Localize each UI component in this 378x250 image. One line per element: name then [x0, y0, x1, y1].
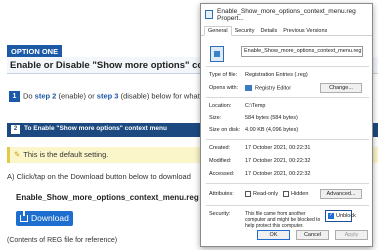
- read-only-checkbox[interactable]: [245, 191, 251, 197]
- step-3-link[interactable]: step 3: [97, 91, 119, 100]
- type-label: Type of file:: [209, 72, 238, 78]
- tab-previous-versions[interactable]: Previous Versions: [280, 27, 330, 35]
- size-on-disk-value: 4.00 KB (4,096 bytes): [245, 127, 299, 133]
- footnote: (Contents of REG file for reference): [7, 237, 118, 244]
- dialog-titlebar[interactable]: Enable_Show_more_options_context_menu.re…: [201, 4, 372, 25]
- step-2-link[interactable]: step 2: [35, 91, 57, 100]
- properties-dialog: Enable_Show_more_options_context_menu.re…: [200, 3, 373, 247]
- divider: [206, 139, 369, 140]
- hidden-label: Hidden: [291, 191, 309, 197]
- accessed-value: 17 October 2021, 00:22:32: [245, 171, 311, 177]
- created-value: 17 October 2021, 00:22:31: [245, 145, 311, 151]
- size-on-disk-label: Size on disk:: [209, 127, 241, 133]
- modified-label: Modified:: [209, 158, 232, 164]
- security-warning: This file came from another computer and…: [245, 211, 321, 229]
- opens-with-value: Registry Editor: [245, 85, 291, 91]
- security-label: Security:: [209, 211, 231, 217]
- file-icon: [205, 10, 213, 19]
- advanced-button[interactable]: Advanced...: [320, 189, 362, 199]
- dialog-title: Enable_Show_more_options_context_menu.re…: [217, 7, 356, 22]
- attributes-label: Attributes:: [209, 191, 234, 197]
- divider: [206, 205, 369, 206]
- hidden-checkbox[interactable]: [283, 191, 289, 197]
- divider: [206, 183, 369, 184]
- step-row: 1 Do step 2 (enable) or step 3 (disable) …: [9, 91, 200, 102]
- dialog-tabs: General Security Details Previous Versio…: [201, 25, 372, 36]
- tab-security[interactable]: Security: [232, 27, 258, 35]
- download-button[interactable]: Download: [16, 211, 73, 226]
- pencil-icon: ✎: [14, 150, 21, 159]
- cancel-button[interactable]: Cancel: [296, 230, 329, 240]
- opens-with-label: Opens with:: [209, 85, 239, 91]
- general-panel: Enable_Show_more_options_context_menu.re…: [201, 37, 372, 246]
- read-only-label: Read-only: [253, 191, 279, 197]
- step-text-mid: (enable) or: [56, 91, 97, 101]
- registry-editor-icon: [245, 85, 252, 91]
- file-name-field[interactable]: Enable_Show_more_options_context_menu.re…: [241, 46, 363, 57]
- reg-file-icon: [210, 46, 224, 62]
- unblock-checkbox[interactable]: [328, 212, 334, 219]
- ok-button[interactable]: OK: [257, 230, 290, 240]
- step-text-pre: Do: [23, 91, 35, 101]
- step-text-post: (disable) below for what: [118, 91, 200, 101]
- change-button[interactable]: Change...: [320, 83, 362, 93]
- download-label: Download: [31, 213, 69, 223]
- note-text: This is the default setting.: [23, 150, 109, 159]
- accessed-label: Accessed:: [209, 171, 235, 177]
- location-label: Location:: [209, 103, 232, 109]
- size-label: Size:: [209, 115, 222, 121]
- location-value: C:\Temp: [245, 103, 266, 109]
- section-title: To Enable "Show more options" context me…: [24, 125, 167, 132]
- download-filename: Enable_Show_more_options_context_menu.re…: [16, 193, 199, 202]
- created-label: Created:: [209, 145, 231, 151]
- unblock-label: Unblock: [336, 213, 356, 219]
- modified-value: 17 October 2021, 00:22:32: [245, 158, 311, 164]
- tab-details[interactable]: Details: [257, 27, 280, 35]
- size-value: 584 bytes (584 bytes): [245, 115, 298, 121]
- opens-with-app: Registry Editor: [255, 85, 292, 92]
- divider: [206, 97, 369, 98]
- download-icon: [20, 211, 28, 223]
- section-number: 2: [11, 125, 20, 134]
- type-value: Registration Entries (.reg): [245, 72, 308, 78]
- tab-general[interactable]: General: [204, 26, 232, 36]
- step-number: 1: [9, 91, 20, 102]
- instruction-text: A) Click/tap on the Download button belo…: [7, 172, 191, 181]
- apply-button[interactable]: Apply: [335, 230, 368, 240]
- divider: [206, 66, 369, 67]
